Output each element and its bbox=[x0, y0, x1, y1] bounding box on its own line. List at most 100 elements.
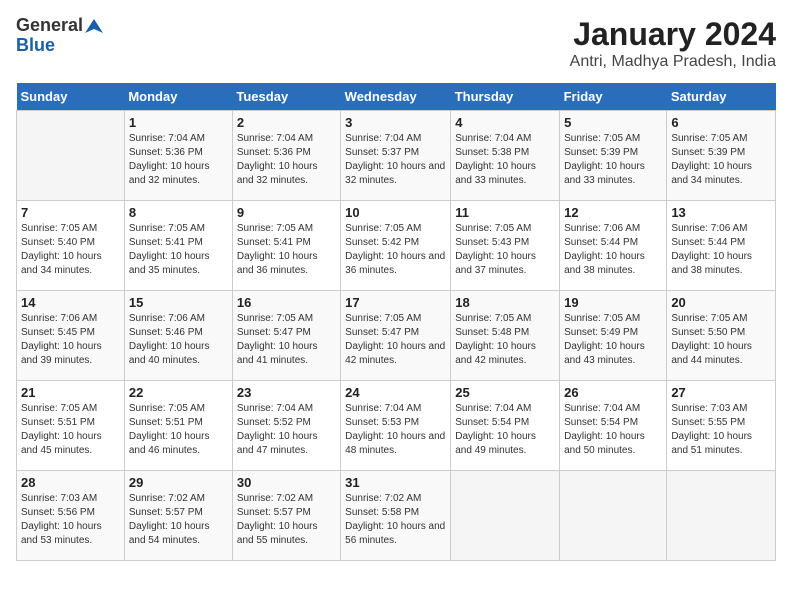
day-info: Sunrise: 7:05 AMSunset: 5:41 PMDaylight:… bbox=[129, 222, 228, 278]
calendar-week-row: 14Sunrise: 7:06 AMSunset: 5:45 PMDayligh… bbox=[17, 291, 776, 381]
day-number: 21 bbox=[21, 385, 120, 400]
header-day-monday: Monday bbox=[124, 83, 232, 111]
calendar-cell: 20 Sunrise: 7:05 AMSunset: 5:50 PMDayligh… bbox=[667, 291, 776, 381]
calendar-cell: 21 Sunrise: 7:05 AMSunset: 5:51 PMDayligh… bbox=[17, 381, 125, 471]
logo-blue-text: Blue bbox=[16, 36, 55, 56]
calendar-cell: 11 Sunrise: 7:05 AMSunset: 5:43 PMDayligh… bbox=[451, 201, 560, 291]
day-info: Sunrise: 7:05 AMSunset: 5:40 PMDaylight:… bbox=[21, 222, 120, 278]
calendar-cell: 15 Sunrise: 7:06 AMSunset: 5:46 PMDayligh… bbox=[124, 291, 232, 381]
day-info: Sunrise: 7:02 AMSunset: 5:58 PMDaylight:… bbox=[345, 492, 446, 548]
day-info: Sunrise: 7:05 AMSunset: 5:50 PMDaylight:… bbox=[671, 312, 771, 368]
day-number: 31 bbox=[345, 475, 446, 490]
day-info: Sunrise: 7:02 AMSunset: 5:57 PMDaylight:… bbox=[129, 492, 228, 548]
title-area: January 2024 Antri, Madhya Pradesh, Indi… bbox=[570, 16, 776, 71]
calendar-cell: 26Sunrise: 7:04 AMSunset: 5:54 PMDayligh… bbox=[560, 381, 667, 471]
calendar-cell: 28 Sunrise: 7:03 AMSunset: 5:56 PMDayligh… bbox=[17, 471, 125, 561]
calendar-week-row: 28 Sunrise: 7:03 AMSunset: 5:56 PMDayligh… bbox=[17, 471, 776, 561]
header-day-friday: Friday bbox=[560, 83, 667, 111]
calendar-cell: 22 Sunrise: 7:05 AMSunset: 5:51 PMDayligh… bbox=[124, 381, 232, 471]
day-number: 19 bbox=[564, 295, 662, 310]
day-number: 27 bbox=[671, 385, 771, 400]
calendar-header-row: SundayMondayTuesdayWednesdayThursdayFrid… bbox=[17, 83, 776, 111]
calendar-cell: 6 Sunrise: 7:05 AMSunset: 5:39 PMDaylight… bbox=[667, 111, 776, 201]
day-info: Sunrise: 7:05 AMSunset: 5:47 PMDaylight:… bbox=[237, 312, 336, 368]
header-day-wednesday: Wednesday bbox=[341, 83, 451, 111]
day-number: 15 bbox=[129, 295, 228, 310]
calendar-cell: 24 Sunrise: 7:04 AMSunset: 5:53 PMDayligh… bbox=[341, 381, 451, 471]
calendar-cell: 3Sunrise: 7:04 AMSunset: 5:37 PMDaylight… bbox=[341, 111, 451, 201]
calendar-cell: 19Sunrise: 7:05 AMSunset: 5:49 PMDayligh… bbox=[560, 291, 667, 381]
calendar-cell: 9Sunrise: 7:05 AMSunset: 5:41 PMDaylight… bbox=[232, 201, 340, 291]
day-number: 23 bbox=[237, 385, 336, 400]
day-number: 11 bbox=[455, 205, 555, 220]
header-day-thursday: Thursday bbox=[451, 83, 560, 111]
calendar-cell: 25 Sunrise: 7:04 AMSunset: 5:54 PMDayligh… bbox=[451, 381, 560, 471]
day-info: Sunrise: 7:05 AMSunset: 5:42 PMDaylight:… bbox=[345, 222, 446, 278]
header-day-saturday: Saturday bbox=[667, 83, 776, 111]
day-info: Sunrise: 7:03 AMSunset: 5:56 PMDaylight:… bbox=[21, 492, 120, 548]
day-number: 20 bbox=[671, 295, 771, 310]
day-info: Sunrise: 7:05 AMSunset: 5:39 PMDaylight:… bbox=[564, 132, 662, 188]
calendar-cell: 18Sunrise: 7:05 AMSunset: 5:48 PMDayligh… bbox=[451, 291, 560, 381]
day-number: 10 bbox=[345, 205, 446, 220]
day-number: 8 bbox=[129, 205, 228, 220]
page-subtitle: Antri, Madhya Pradesh, India bbox=[570, 53, 776, 71]
day-number: 24 bbox=[345, 385, 446, 400]
calendar-cell: 2 Sunrise: 7:04 AMSunset: 5:36 PMDaylight… bbox=[232, 111, 340, 201]
calendar-cell: 14Sunrise: 7:06 AMSunset: 5:45 PMDayligh… bbox=[17, 291, 125, 381]
calendar-cell: 12Sunrise: 7:06 AMSunset: 5:44 PMDayligh… bbox=[560, 201, 667, 291]
day-number: 17 bbox=[345, 295, 446, 310]
calendar-cell: 31 Sunrise: 7:02 AMSunset: 5:58 PMDayligh… bbox=[341, 471, 451, 561]
day-number: 6 bbox=[671, 115, 771, 130]
day-number: 12 bbox=[564, 205, 662, 220]
calendar-cell: 7Sunrise: 7:05 AMSunset: 5:40 PMDaylight… bbox=[17, 201, 125, 291]
calendar-cell: 4Sunrise: 7:04 AMSunset: 5:38 PMDaylight… bbox=[451, 111, 560, 201]
logo: General Blue bbox=[16, 16, 103, 56]
calendar-cell: 5Sunrise: 7:05 AMSunset: 5:39 PMDaylight… bbox=[560, 111, 667, 201]
page-title: January 2024 bbox=[570, 16, 776, 53]
day-number: 13 bbox=[671, 205, 771, 220]
day-info: Sunrise: 7:04 AMSunset: 5:36 PMDaylight:… bbox=[129, 132, 228, 188]
calendar-week-row: 7Sunrise: 7:05 AMSunset: 5:40 PMDaylight… bbox=[17, 201, 776, 291]
day-number: 30 bbox=[237, 475, 336, 490]
day-info: Sunrise: 7:03 AMSunset: 5:55 PMDaylight:… bbox=[671, 402, 771, 458]
calendar-cell: 27 Sunrise: 7:03 AMSunset: 5:55 PMDayligh… bbox=[667, 381, 776, 471]
day-number: 29 bbox=[129, 475, 228, 490]
calendar-week-row: 21 Sunrise: 7:05 AMSunset: 5:51 PMDayligh… bbox=[17, 381, 776, 471]
calendar-cell: 16Sunrise: 7:05 AMSunset: 5:47 PMDayligh… bbox=[232, 291, 340, 381]
header-day-tuesday: Tuesday bbox=[232, 83, 340, 111]
day-info: Sunrise: 7:05 AMSunset: 5:51 PMDaylight:… bbox=[21, 402, 120, 458]
day-number: 25 bbox=[455, 385, 555, 400]
header-day-sunday: Sunday bbox=[17, 83, 125, 111]
calendar-cell bbox=[451, 471, 560, 561]
calendar-cell: 1 Sunrise: 7:04 AMSunset: 5:36 PMDaylight… bbox=[124, 111, 232, 201]
calendar-cell: 8 Sunrise: 7:05 AMSunset: 5:41 PMDaylight… bbox=[124, 201, 232, 291]
day-info: Sunrise: 7:04 AMSunset: 5:54 PMDaylight:… bbox=[564, 402, 662, 458]
day-info: Sunrise: 7:04 AMSunset: 5:36 PMDaylight:… bbox=[237, 132, 336, 188]
day-info: Sunrise: 7:04 AMSunset: 5:53 PMDaylight:… bbox=[345, 402, 446, 458]
header: General Blue January 2024 Antri, Madhya … bbox=[16, 16, 776, 71]
day-number: 22 bbox=[129, 385, 228, 400]
day-info: Sunrise: 7:06 AMSunset: 5:46 PMDaylight:… bbox=[129, 312, 228, 368]
calendar-week-row: 1 Sunrise: 7:04 AMSunset: 5:36 PMDaylight… bbox=[17, 111, 776, 201]
day-info: Sunrise: 7:04 AMSunset: 5:52 PMDaylight:… bbox=[237, 402, 336, 458]
day-info: Sunrise: 7:05 AMSunset: 5:41 PMDaylight:… bbox=[237, 222, 336, 278]
day-number: 18 bbox=[455, 295, 555, 310]
calendar-cell: 10 Sunrise: 7:05 AMSunset: 5:42 PMDayligh… bbox=[341, 201, 451, 291]
calendar-cell bbox=[17, 111, 125, 201]
day-info: Sunrise: 7:05 AMSunset: 5:47 PMDaylight:… bbox=[345, 312, 446, 368]
day-info: Sunrise: 7:02 AMSunset: 5:57 PMDaylight:… bbox=[237, 492, 336, 548]
calendar-cell: 29 Sunrise: 7:02 AMSunset: 5:57 PMDayligh… bbox=[124, 471, 232, 561]
day-info: Sunrise: 7:05 AMSunset: 5:43 PMDaylight:… bbox=[455, 222, 555, 278]
day-info: Sunrise: 7:06 AMSunset: 5:45 PMDaylight:… bbox=[21, 312, 120, 368]
calendar-table: SundayMondayTuesdayWednesdayThursdayFrid… bbox=[16, 83, 776, 561]
day-info: Sunrise: 7:04 AMSunset: 5:37 PMDaylight:… bbox=[345, 132, 446, 188]
calendar-cell: 17 Sunrise: 7:05 AMSunset: 5:47 PMDayligh… bbox=[341, 291, 451, 381]
day-info: Sunrise: 7:05 AMSunset: 5:39 PMDaylight:… bbox=[671, 132, 771, 188]
day-number: 28 bbox=[21, 475, 120, 490]
day-info: Sunrise: 7:05 AMSunset: 5:51 PMDaylight:… bbox=[129, 402, 228, 458]
calendar-cell bbox=[560, 471, 667, 561]
day-info: Sunrise: 7:04 AMSunset: 5:54 PMDaylight:… bbox=[455, 402, 555, 458]
day-number: 2 bbox=[237, 115, 336, 130]
day-number: 1 bbox=[129, 115, 228, 130]
